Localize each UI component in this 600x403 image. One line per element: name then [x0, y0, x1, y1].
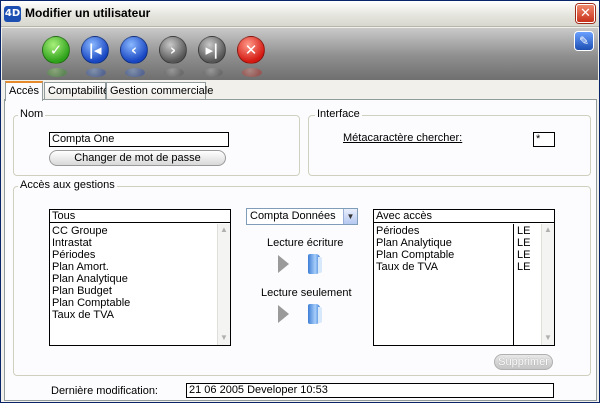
list-item[interactable]: Périodes — [376, 225, 419, 237]
list-item[interactable]: Intrastat — [52, 237, 92, 249]
read-only-label: Lecture seulement — [261, 287, 352, 299]
available-list-header: Tous — [50, 210, 230, 223]
validate-button[interactable]: ✓ — [42, 36, 70, 77]
close-button[interactable]: ✕ — [576, 4, 595, 23]
wildcard-label: Métacaractère chercher: — [343, 132, 463, 144]
wildcard-field[interactable]: * — [533, 132, 555, 147]
book-icon — [307, 304, 323, 324]
gestions-legend: Accès aux gestions — [18, 179, 117, 191]
toolbar: ✓ |◂ ‹ › ▸| ✕ ✎ — [2, 28, 598, 80]
scroll-up-icon[interactable]: ▲ — [218, 224, 230, 236]
rights-cell[interactable]: LE — [517, 261, 530, 273]
previous-record-button[interactable]: ‹ — [120, 36, 148, 77]
last-modified-label: Dernière modification: — [51, 385, 158, 397]
list-item[interactable]: Plan Analytique — [376, 237, 452, 249]
book-icon — [307, 254, 323, 274]
rights-cell[interactable]: LE — [517, 249, 530, 261]
scroll-down-icon[interactable]: ▼ — [218, 332, 230, 344]
list-item[interactable]: Plan Comptable — [52, 297, 130, 309]
interface-group: Interface Métacaractère chercher: * — [308, 108, 591, 176]
list-item[interactable]: CC Groupe — [52, 225, 108, 237]
change-password-button[interactable]: Changer de mot de passe — [49, 150, 226, 166]
list-item[interactable]: Plan Budget — [52, 285, 112, 297]
last-record-button[interactable]: ▸| — [198, 36, 226, 77]
last-modified-value: 21 06 2005 Developer 10:53 — [186, 383, 554, 398]
read-write-label: Lecture écriture — [267, 237, 344, 249]
gestions-group: Accès aux gestions Tous CC Groupe Intras… — [13, 179, 591, 376]
window-title: Modifier un utilisateur — [25, 6, 151, 20]
tab-acces[interactable]: Accès — [5, 81, 43, 101]
nom-legend: Nom — [18, 108, 46, 120]
granted-list-scrollbar[interactable]: ▲ ▼ — [541, 224, 554, 345]
tab-comptabilite[interactable]: Comptabilité — [44, 82, 109, 100]
column-divider — [513, 224, 514, 345]
rights-cell[interactable]: LE — [517, 225, 530, 237]
list-item[interactable]: Plan Amort. — [52, 261, 109, 273]
rights-cell[interactable]: LE — [517, 237, 530, 249]
tab-gestion-commerciale[interactable]: Gestion commerciale — [106, 82, 213, 100]
list-item[interactable]: Périodes — [52, 249, 95, 261]
add-read-only-arrow-icon[interactable] — [278, 305, 289, 323]
available-list[interactable]: Tous CC Groupe Intrastat Périodes Plan A… — [49, 209, 231, 346]
delete-button[interactable]: Supprimer — [494, 354, 553, 370]
edit-pen-button[interactable]: ✎ — [574, 31, 594, 51]
list-item[interactable]: Taux de TVA — [52, 309, 114, 321]
dialog-window: 4D Modifier un utilisateur ✕ ✓ |◂ ‹ › ▸|… — [0, 0, 600, 403]
interface-legend: Interface — [315, 108, 362, 120]
domain-select[interactable]: Compta Données ▼ — [246, 208, 358, 225]
next-record-button[interactable]: › — [159, 36, 187, 77]
available-list-scrollbar[interactable]: ▲ ▼ — [217, 224, 230, 345]
cancel-button[interactable]: ✕ — [237, 36, 265, 77]
scroll-up-icon[interactable]: ▲ — [542, 224, 554, 236]
title-bar: 4D Modifier un utilisateur ✕ — [1, 1, 599, 27]
chevron-down-icon[interactable]: ▼ — [343, 209, 357, 224]
scroll-down-icon[interactable]: ▼ — [542, 332, 554, 344]
add-read-write-arrow-icon[interactable] — [278, 255, 289, 273]
app-logo-icon: 4D — [4, 6, 21, 22]
list-item[interactable]: Taux de TVA — [376, 261, 438, 273]
user-name-field[interactable]: Compta One — [49, 132, 229, 147]
granted-list[interactable]: Avec accès Périodes LE Plan Analytique L… — [373, 209, 555, 346]
nom-group: Nom Compta One Changer de mot de passe — [13, 108, 300, 176]
granted-list-header: Avec accès — [374, 210, 554, 223]
first-record-button[interactable]: |◂ — [81, 36, 109, 77]
domain-select-value: Compta Données — [250, 210, 336, 222]
list-item[interactable]: Plan Analytique — [52, 273, 128, 285]
list-item[interactable]: Plan Comptable — [376, 249, 454, 261]
tab-panel-acces: Nom Compta One Changer de mot de passe I… — [4, 99, 597, 401]
